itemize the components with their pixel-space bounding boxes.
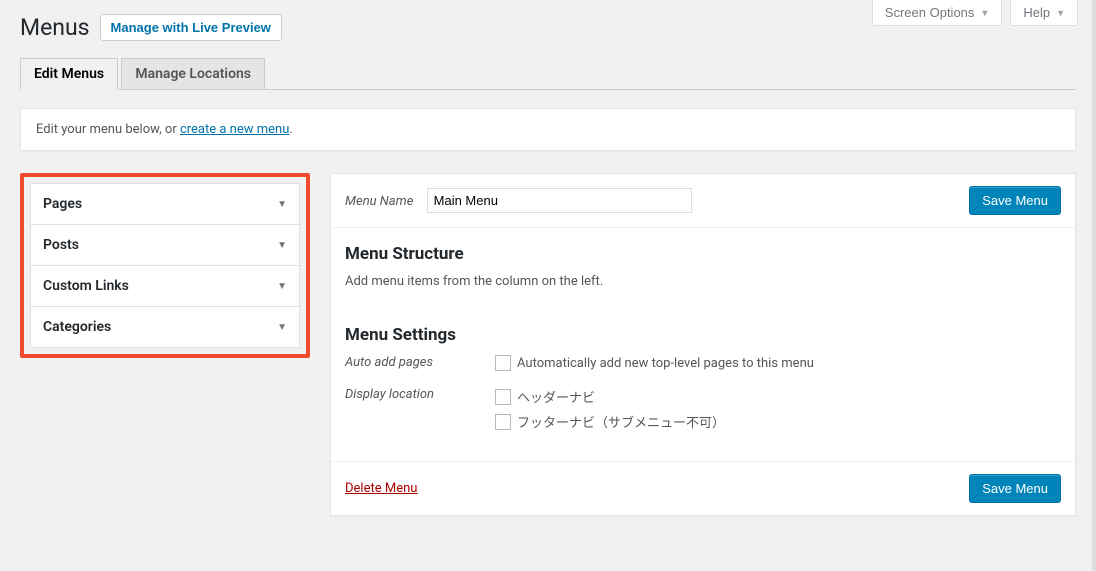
caret-down-icon: ▼ <box>1056 8 1065 18</box>
accordion-categories[interactable]: Categories ▼ <box>31 307 299 347</box>
manage-menus-suffix: . <box>289 122 292 137</box>
accordion-pages[interactable]: Pages ▼ <box>31 184 299 224</box>
live-preview-button[interactable]: Manage with Live Preview <box>100 14 282 41</box>
display-location-label: Display location <box>345 387 495 402</box>
caret-down-icon: ▼ <box>277 322 287 333</box>
menu-name-label: Menu Name <box>345 194 413 209</box>
menu-edit-panel: Menu Name Save Menu Menu Structure Add m… <box>330 173 1076 516</box>
nav-tabs: Edit Menus Manage Locations <box>20 51 1076 90</box>
auto-add-pages-text: Automatically add new top-level pages to… <box>517 356 814 371</box>
accordion-posts-label: Posts <box>43 237 79 253</box>
auto-add-pages-option[interactable]: Automatically add new top-level pages to… <box>495 355 814 371</box>
accordion-custom-links[interactable]: Custom Links ▼ <box>31 266 299 306</box>
screen-options-label: Screen Options <box>885 5 975 20</box>
location-header-checkbox[interactable] <box>495 389 511 405</box>
location-footer-option[interactable]: フッターナビ（サブメニュー不可） <box>495 412 725 431</box>
page-title: Menus <box>20 14 90 41</box>
menu-items-accordion: Pages ▼ Posts ▼ Custom Links ▼ <box>30 183 300 348</box>
menu-settings-heading: Menu Settings <box>345 325 1061 345</box>
save-menu-button-top[interactable]: Save Menu <box>969 186 1061 215</box>
delete-menu-link[interactable]: Delete Menu <box>345 481 417 496</box>
sidebar-highlight-frame: Pages ▼ Posts ▼ Custom Links ▼ <box>20 173 310 358</box>
screen-options-toggle[interactable]: Screen Options ▼ <box>872 0 1003 26</box>
tab-edit-menus[interactable]: Edit Menus <box>20 58 118 90</box>
accordion-pages-label: Pages <box>43 196 82 212</box>
location-footer-text: フッターナビ（サブメニュー不可） <box>517 412 725 431</box>
manage-menus-info: Edit your menu below, or create a new me… <box>20 108 1076 151</box>
menu-structure-heading: Menu Structure <box>345 244 1061 264</box>
create-new-menu-link[interactable]: create a new menu <box>180 122 289 137</box>
location-header-option[interactable]: ヘッダーナビ <box>495 387 725 406</box>
tab-manage-locations[interactable]: Manage Locations <box>121 58 265 89</box>
help-toggle[interactable]: Help ▼ <box>1010 0 1078 26</box>
caret-down-icon: ▼ <box>277 240 287 251</box>
auto-add-pages-checkbox[interactable] <box>495 355 511 371</box>
help-label: Help <box>1023 5 1050 20</box>
caret-down-icon: ▼ <box>277 281 287 292</box>
menu-name-input[interactable] <box>427 188 692 213</box>
accordion-posts[interactable]: Posts ▼ <box>31 225 299 265</box>
scrollbar[interactable] <box>1092 0 1096 571</box>
accordion-categories-label: Categories <box>43 319 111 335</box>
caret-down-icon: ▼ <box>980 8 989 18</box>
caret-down-icon: ▼ <box>277 199 287 210</box>
location-footer-checkbox[interactable] <box>495 414 511 430</box>
auto-add-pages-label: Auto add pages <box>345 355 495 370</box>
accordion-custom-links-label: Custom Links <box>43 278 129 294</box>
manage-menus-prefix: Edit your menu below, or <box>36 122 180 137</box>
save-menu-button-bottom[interactable]: Save Menu <box>969 474 1061 503</box>
menu-structure-hint: Add menu items from the column on the le… <box>345 274 1061 289</box>
location-header-text: ヘッダーナビ <box>517 387 595 406</box>
